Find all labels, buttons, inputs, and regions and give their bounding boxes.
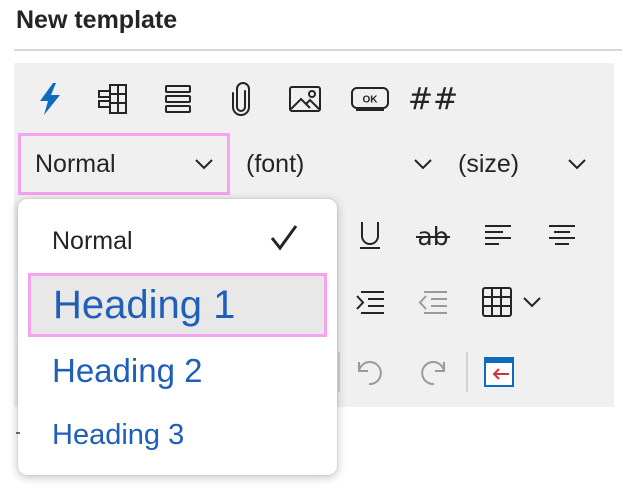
lightning-button[interactable] bbox=[28, 77, 72, 121]
table-grid-icon bbox=[98, 84, 127, 114]
menu-item-label: Heading 1 bbox=[53, 282, 236, 327]
insert-button-button[interactable]: OK bbox=[348, 77, 392, 121]
sections-button[interactable] bbox=[156, 77, 200, 121]
underline-icon bbox=[360, 222, 380, 249]
toolbar-separator bbox=[466, 352, 468, 392]
title-divider bbox=[14, 49, 622, 51]
menu-item-label: Heading 2 bbox=[52, 352, 203, 389]
align-left-icon bbox=[485, 225, 511, 245]
chevron-down-icon bbox=[564, 151, 590, 177]
paragraph-style-menu: Normal Heading 1 Heading 2 Heading 3 bbox=[18, 199, 337, 475]
align-left-button[interactable] bbox=[476, 213, 520, 257]
stacked-rows-icon bbox=[165, 85, 191, 113]
svg-text:OK: OK bbox=[363, 95, 379, 106]
font-family-select[interactable]: (font) bbox=[246, 133, 436, 195]
undo-icon bbox=[358, 361, 382, 386]
increase-indent-button[interactable] bbox=[348, 280, 392, 324]
redo-button[interactable] bbox=[411, 350, 455, 394]
chevron-down-icon bbox=[191, 151, 217, 177]
insert-image-button[interactable] bbox=[283, 77, 327, 121]
redo-icon bbox=[421, 361, 445, 386]
menu-item-normal[interactable]: Normal bbox=[28, 217, 327, 265]
strikethrough-button[interactable]: ab bbox=[411, 213, 455, 257]
strikethrough-icon: ab bbox=[416, 222, 450, 251]
toolbar-separator bbox=[338, 352, 340, 392]
checkmark-icon bbox=[270, 225, 298, 251]
hash-icon: ## bbox=[407, 81, 459, 117]
decrease-indent-button[interactable] bbox=[411, 280, 455, 324]
align-center-button[interactable] bbox=[540, 213, 584, 257]
paragraph-style-value: Normal bbox=[35, 149, 116, 178]
editor-caret-mark bbox=[16, 432, 20, 434]
undo-button[interactable] bbox=[348, 350, 392, 394]
menu-item-heading-1[interactable]: Heading 1 bbox=[28, 273, 327, 337]
insert-table-dropdown[interactable] bbox=[474, 280, 550, 324]
font-size-select[interactable]: (size) bbox=[458, 133, 590, 195]
menu-item-label: Heading 3 bbox=[52, 418, 185, 451]
image-icon bbox=[289, 86, 321, 112]
menu-item-heading-2[interactable]: Heading 2 bbox=[28, 345, 327, 397]
align-center-icon bbox=[549, 225, 575, 245]
paragraph-style-select[interactable]: Normal bbox=[18, 133, 230, 195]
font-size-value: (size) bbox=[458, 149, 520, 178]
table-icon bbox=[482, 287, 512, 317]
indent-decrease-icon bbox=[418, 291, 447, 314]
placeholder-button[interactable]: ## bbox=[407, 77, 459, 121]
indent-increase-icon bbox=[356, 291, 384, 314]
chevron-down-icon bbox=[410, 151, 436, 177]
page-title: New template bbox=[16, 6, 178, 34]
ok-button-icon: OK bbox=[351, 87, 389, 111]
paperclip-icon bbox=[232, 82, 250, 116]
window-arrow-icon bbox=[484, 357, 514, 387]
underline-button[interactable] bbox=[348, 213, 392, 257]
lightning-icon bbox=[40, 83, 60, 115]
chevron-down-icon bbox=[523, 297, 541, 308]
font-family-value: (font) bbox=[246, 149, 305, 178]
menu-item-label: Normal bbox=[52, 226, 133, 255]
table-layout-button[interactable] bbox=[91, 77, 135, 121]
insert-break-button[interactable] bbox=[477, 350, 521, 394]
attach-button[interactable] bbox=[219, 77, 263, 121]
menu-item-heading-3[interactable]: Heading 3 bbox=[28, 409, 327, 461]
